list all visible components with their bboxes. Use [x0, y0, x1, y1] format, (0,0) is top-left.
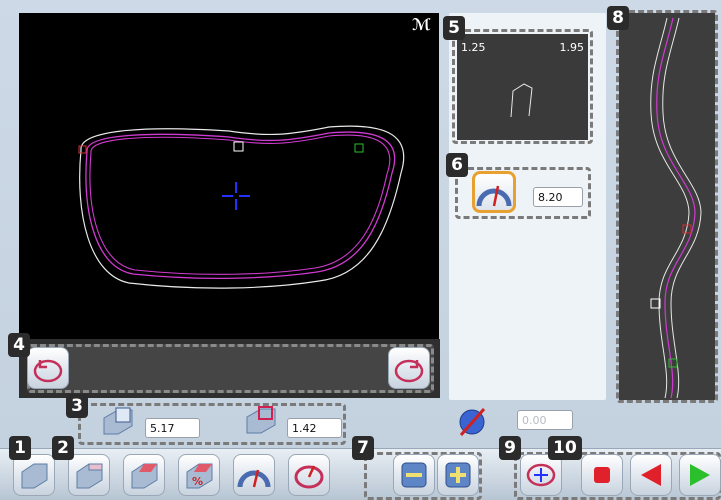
position-gauge-icon: [294, 465, 324, 489]
minus-icon: [401, 462, 427, 488]
stop-icon: [594, 467, 610, 483]
callout-1: 1: [9, 436, 31, 460]
angle-icon: [456, 405, 490, 443]
tilt-gauge-button[interactable]: [233, 454, 275, 496]
center-target-button[interactable]: [520, 454, 562, 496]
stop-button[interactable]: [581, 454, 623, 496]
rotation-strip-frame: [27, 344, 434, 393]
tilt-gauge-small-icon: [237, 469, 271, 488]
green-marker: [354, 143, 364, 153]
callout-5: 5: [443, 16, 465, 40]
bevel-plain-icon: [21, 463, 48, 489]
callout-7: 7: [352, 436, 374, 460]
callout-2: 2: [52, 436, 74, 460]
bevel-grooved-icon: [76, 463, 103, 489]
red-marker: [78, 145, 87, 154]
offset-value-field[interactable]: 1.42: [287, 418, 342, 438]
rotate-right-button[interactable]: [388, 347, 430, 389]
bevel-polish-button[interactable]: [123, 454, 165, 496]
callout-6: 6: [446, 153, 468, 177]
inner-contour-2: [89, 134, 391, 275]
bevel-grooved-button[interactable]: [68, 454, 110, 496]
measure-icon[interactable]: ℳ: [412, 15, 431, 34]
center-crosshair: [222, 182, 250, 210]
callout-3: 3: [66, 394, 88, 418]
crosshair-target-icon: [526, 463, 556, 487]
zoom-out-button[interactable]: [393, 454, 435, 496]
previous-button[interactable]: [630, 454, 672, 496]
rotate-right-icon: [394, 359, 424, 383]
arrow-right-icon: [690, 464, 710, 486]
mini-bevel-shape: [510, 83, 533, 118]
angle-value-field[interactable]: 0.00: [517, 410, 573, 430]
offset-icon: [243, 403, 279, 441]
callout-4: 4: [8, 333, 30, 357]
depth-icon: [100, 404, 136, 442]
mini-bevel-view: 1.25 1.95: [457, 34, 588, 140]
main-shape-viewer[interactable]: ℳ: [19, 13, 439, 339]
zoom-in-button[interactable]: [437, 454, 479, 496]
arrow-left-icon: [641, 464, 661, 486]
callout-10: 10: [548, 436, 582, 460]
lens-trace-drawing: [78, 125, 405, 289]
tilt-button[interactable]: [472, 171, 516, 213]
rotate-left-button[interactable]: [27, 347, 69, 389]
svg-text:%: %: [192, 475, 203, 488]
bevel-percent-icon: %: [186, 463, 213, 489]
plus-icon: [445, 462, 471, 488]
white-marker: [233, 141, 244, 152]
callout-9: 9: [499, 436, 521, 460]
bevel-percent-button[interactable]: %: [178, 454, 220, 496]
bevel-plain-button[interactable]: [13, 454, 55, 496]
position-gauge-button[interactable]: [288, 454, 330, 496]
callout-8: 8: [607, 6, 629, 30]
bevel-polish-icon: [131, 463, 158, 489]
tilt-gauge-icon: [476, 185, 512, 207]
tilt-value-field[interactable]: 8.20: [533, 187, 583, 207]
start-button[interactable]: [679, 454, 721, 496]
side-profile-view: [619, 13, 715, 400]
depth-value-field[interactable]: 5.17: [145, 418, 200, 438]
side-profile-drawing: [650, 17, 702, 399]
rotate-left-icon: [33, 359, 63, 383]
inner-contour-1: [85, 131, 396, 280]
